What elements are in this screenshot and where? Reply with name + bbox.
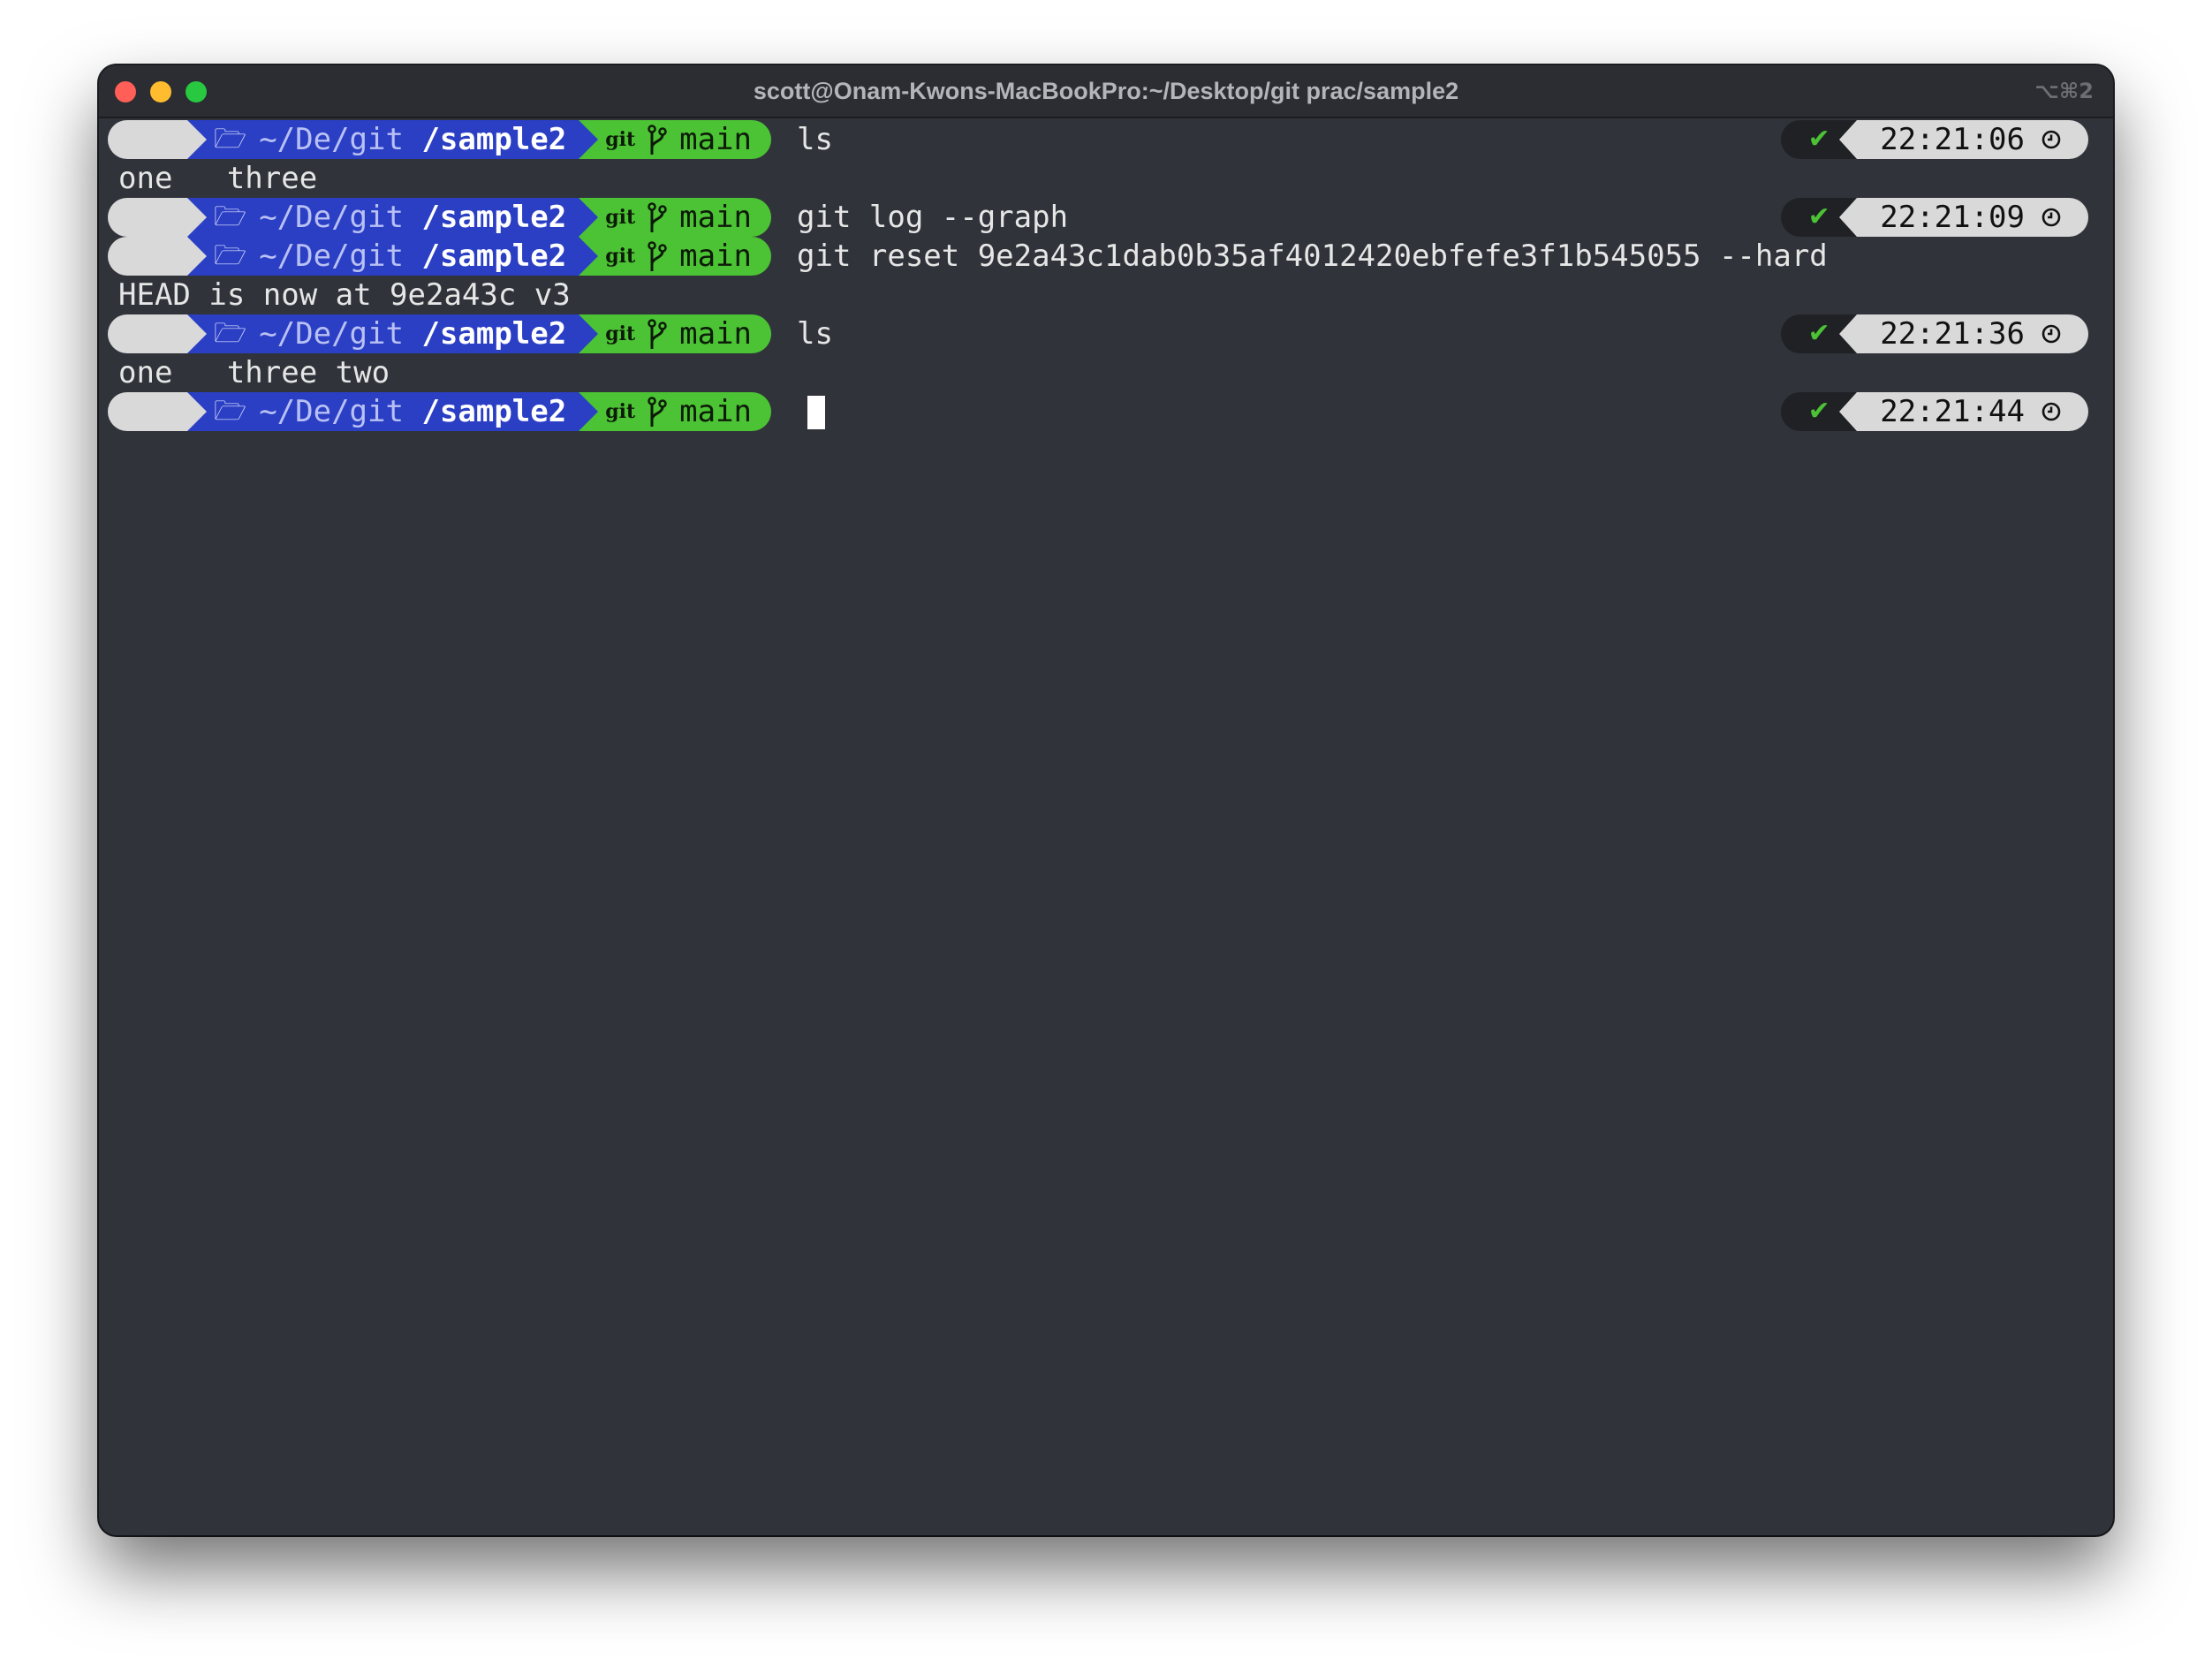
git-branch-icon <box>648 319 667 349</box>
folder-open-icon: 🗁 <box>214 240 247 271</box>
os-segment <box>108 392 248 431</box>
git-branch-icon <box>648 397 667 427</box>
git-branch-icon <box>648 202 667 232</box>
terminal-window: scott@Onam-Kwons-MacBookPro:~/Desktop/gi… <box>99 65 2113 1535</box>
path-prefix: ~/De/git <box>259 394 422 429</box>
clock-icon <box>2041 129 2062 150</box>
prompt-line: 🗁 ~/De/git /sample2 git main ls ✔ 22:21:… <box>108 120 2104 159</box>
path-segment: 🗁 ~/De/git /sample2 <box>187 237 599 276</box>
timestamp: 22:21:09 <box>1880 200 2025 235</box>
path-segment: 🗁 ~/De/git /sample2 <box>187 392 599 431</box>
command-text: ls <box>797 316 833 352</box>
command-text: ls <box>797 122 833 157</box>
terminal-cursor <box>807 396 825 429</box>
time-segment: 22:21:09 <box>1839 198 2088 237</box>
os-segment <box>108 120 248 159</box>
git-logo-icon: git <box>605 128 636 151</box>
command-text: git reset 9e2a43c1dab0b35af4012420ebfefe… <box>797 239 1828 274</box>
window-title: scott@Onam-Kwons-MacBookPro:~/Desktop/gi… <box>753 78 1459 104</box>
left-prompt: 🗁 ~/De/git /sample2 git main <box>108 237 771 276</box>
right-prompt: ✔ 22:21:44 <box>1781 392 2088 431</box>
time-segment: 22:21:36 <box>1839 314 2088 353</box>
left-prompt: 🗁 ~/De/git /sample2 git main <box>108 392 771 431</box>
git-segment: git main <box>579 314 771 353</box>
git-logo-icon: git <box>605 400 636 423</box>
git-segment: git main <box>579 198 771 237</box>
clock-icon <box>2041 323 2062 345</box>
clock-icon <box>2041 207 2062 228</box>
command-text: git log --graph <box>797 200 1069 235</box>
terminal-content[interactable]: 🗁 ~/De/git /sample2 git main ls ✔ 22:21:… <box>108 120 2104 1535</box>
time-segment: 22:21:06 <box>1839 120 2088 159</box>
clock-icon <box>2041 401 2062 422</box>
title-bar: scott@Onam-Kwons-MacBookPro:~/Desktop/gi… <box>99 65 2113 118</box>
path-current: /sample2 <box>421 394 567 429</box>
path-prefix: ~/De/git <box>259 200 422 235</box>
git-segment: git main <box>579 392 771 431</box>
path-prefix: ~/De/git <box>259 239 422 274</box>
output-line: one three two <box>118 355 390 390</box>
right-prompt: ✔ 22:21:09 <box>1781 198 2088 237</box>
folder-open-icon: 🗁 <box>214 124 247 155</box>
prompt-line: 🗁 ~/De/git /sample2 git main ✔ 22:21:44 <box>108 392 2104 431</box>
os-segment <box>108 314 248 353</box>
os-segment <box>108 237 248 276</box>
prompt-line: 🗁 ~/De/git /sample2 git main ls ✔ 22:21:… <box>108 314 2104 353</box>
path-prefix: ~/De/git <box>259 122 422 157</box>
timestamp: 22:21:36 <box>1880 316 2025 352</box>
output-line: HEAD is now at 9e2a43c v3 <box>118 277 571 313</box>
folder-open-icon: 🗁 <box>214 396 247 427</box>
git-segment: git main <box>579 120 771 159</box>
git-segment: git main <box>579 237 771 276</box>
branch-name: main <box>679 239 752 274</box>
left-prompt: 🗁 ~/De/git /sample2 git main <box>108 314 771 353</box>
right-prompt: ✔ 22:21:06 <box>1781 120 2088 159</box>
git-logo-icon: git <box>605 206 636 229</box>
git-logo-icon: git <box>605 322 636 345</box>
git-logo-icon: git <box>605 245 636 268</box>
prompt-line: 🗁 ~/De/git /sample2 git main git reset 9… <box>108 237 2104 276</box>
branch-name: main <box>679 122 752 157</box>
time-segment: 22:21:44 <box>1839 392 2088 431</box>
timestamp: 22:21:06 <box>1880 122 2025 157</box>
git-branch-icon <box>648 241 667 271</box>
window-shortcut: ⌥⌘2 <box>2034 79 2094 103</box>
branch-name: main <box>679 394 752 429</box>
path-segment: 🗁 ~/De/git /sample2 <box>187 120 599 159</box>
path-current: /sample2 <box>421 200 567 235</box>
right-prompt: ✔ 22:21:36 <box>1781 314 2088 353</box>
output-line: one three <box>118 161 318 196</box>
branch-name: main <box>679 316 752 352</box>
left-prompt: 🗁 ~/De/git /sample2 git main <box>108 120 771 159</box>
timestamp: 22:21:44 <box>1880 394 2025 429</box>
path-segment: 🗁 ~/De/git /sample2 <box>187 314 599 353</box>
folder-open-icon: 🗁 <box>214 318 247 349</box>
git-branch-icon <box>648 125 667 155</box>
prompt-line: 🗁 ~/De/git /sample2 git main git log --g… <box>108 198 2104 237</box>
path-current: /sample2 <box>421 316 567 352</box>
path-current: /sample2 <box>421 239 567 274</box>
branch-name: main <box>679 200 752 235</box>
path-current: /sample2 <box>421 122 567 157</box>
path-prefix: ~/De/git <box>259 316 422 352</box>
